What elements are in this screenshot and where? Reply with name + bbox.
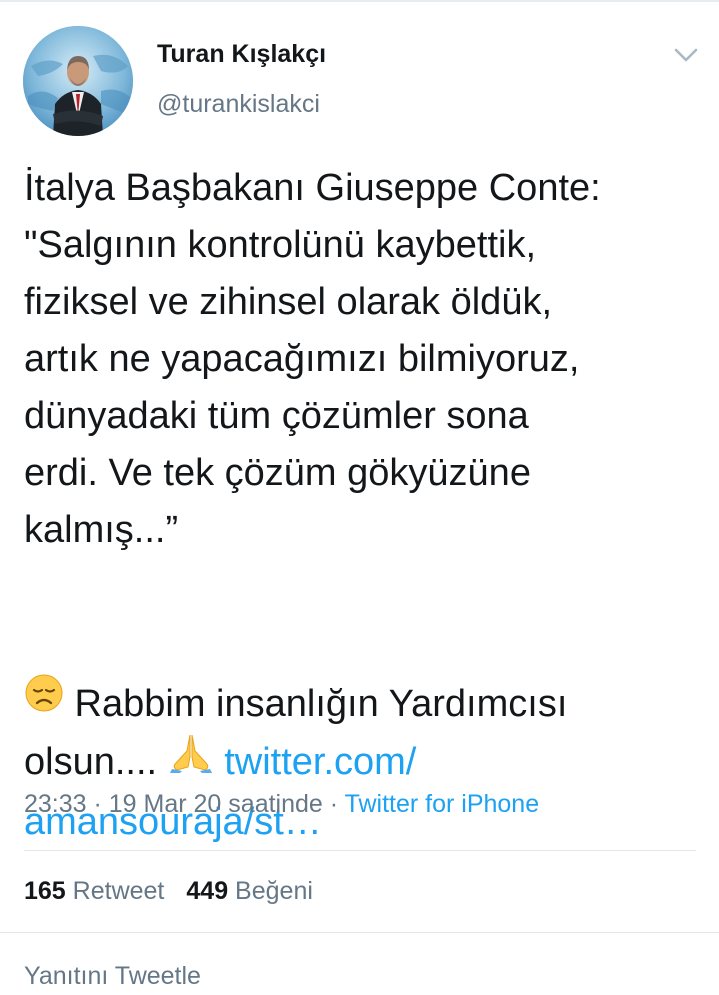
- tweet-source-link[interactable]: Twitter for iPhone: [345, 790, 540, 818]
- disappointed-face-icon: [24, 673, 64, 730]
- tweet-line: olsun.... twitter.com/: [24, 734, 704, 793]
- tweet-line: dünyadaki tüm çözümler sona: [24, 395, 529, 437]
- reply-input[interactable]: Yanıtını Tweetle: [24, 962, 201, 991]
- like-label: Beğeni: [228, 877, 313, 905]
- retweet-stat[interactable]: 165 Retweet: [24, 877, 164, 905]
- retweet-label: Retweet: [65, 877, 165, 905]
- avatar-image: [23, 26, 133, 136]
- like-stat[interactable]: 449 Beğeni: [186, 877, 313, 905]
- author-handle[interactable]: @turankislakci: [157, 90, 320, 119]
- divider: [0, 932, 719, 933]
- tweet-line: İtalya Başbakanı Giuseppe Conte:: [24, 167, 601, 209]
- tweet-line-text: olsun....: [24, 741, 168, 784]
- folded-hands-icon: [168, 731, 214, 790]
- tweet-link[interactable]: twitter.com/: [224, 741, 416, 783]
- tweet-line: fiziksel ve zihinsel olarak öldük,: [24, 281, 553, 323]
- tweet-text: İtalya Başbakanı Giuseppe Conte: "Salgın…: [24, 160, 704, 851]
- avatar[interactable]: [23, 26, 133, 136]
- tweet-line: artık ne yapacağımızı bilmiyoruz,: [24, 338, 580, 380]
- tweet-line: kalmış...”: [24, 509, 179, 551]
- tweet-line-text: Rabbim insanlığın Yardımcısı: [64, 683, 568, 725]
- tweet-timestamp[interactable]: 23:33 · 19 Mar 20 saatinde ·: [24, 790, 345, 818]
- retweet-count: 165: [24, 877, 66, 905]
- top-border: [0, 0, 719, 2]
- author-display-name[interactable]: Turan Kışlakçı: [157, 40, 326, 69]
- chevron-down-icon[interactable]: [673, 46, 699, 64]
- tweet-line: Rabbim insanlığın Yardımcısı: [24, 673, 704, 734]
- divider: [24, 850, 696, 851]
- like-count: 449: [186, 877, 229, 905]
- tweet-stats: 165 Retweet 449 Beğeni: [24, 877, 313, 906]
- tweet-line: erdi. Ve tek çözüm gökyüzüne: [24, 452, 531, 494]
- tweet-line: "Salgının kontrolünü kaybettik,: [24, 224, 537, 266]
- tweet-meta: 23:33 · 19 Mar 20 saatinde · Twitter for…: [24, 790, 539, 819]
